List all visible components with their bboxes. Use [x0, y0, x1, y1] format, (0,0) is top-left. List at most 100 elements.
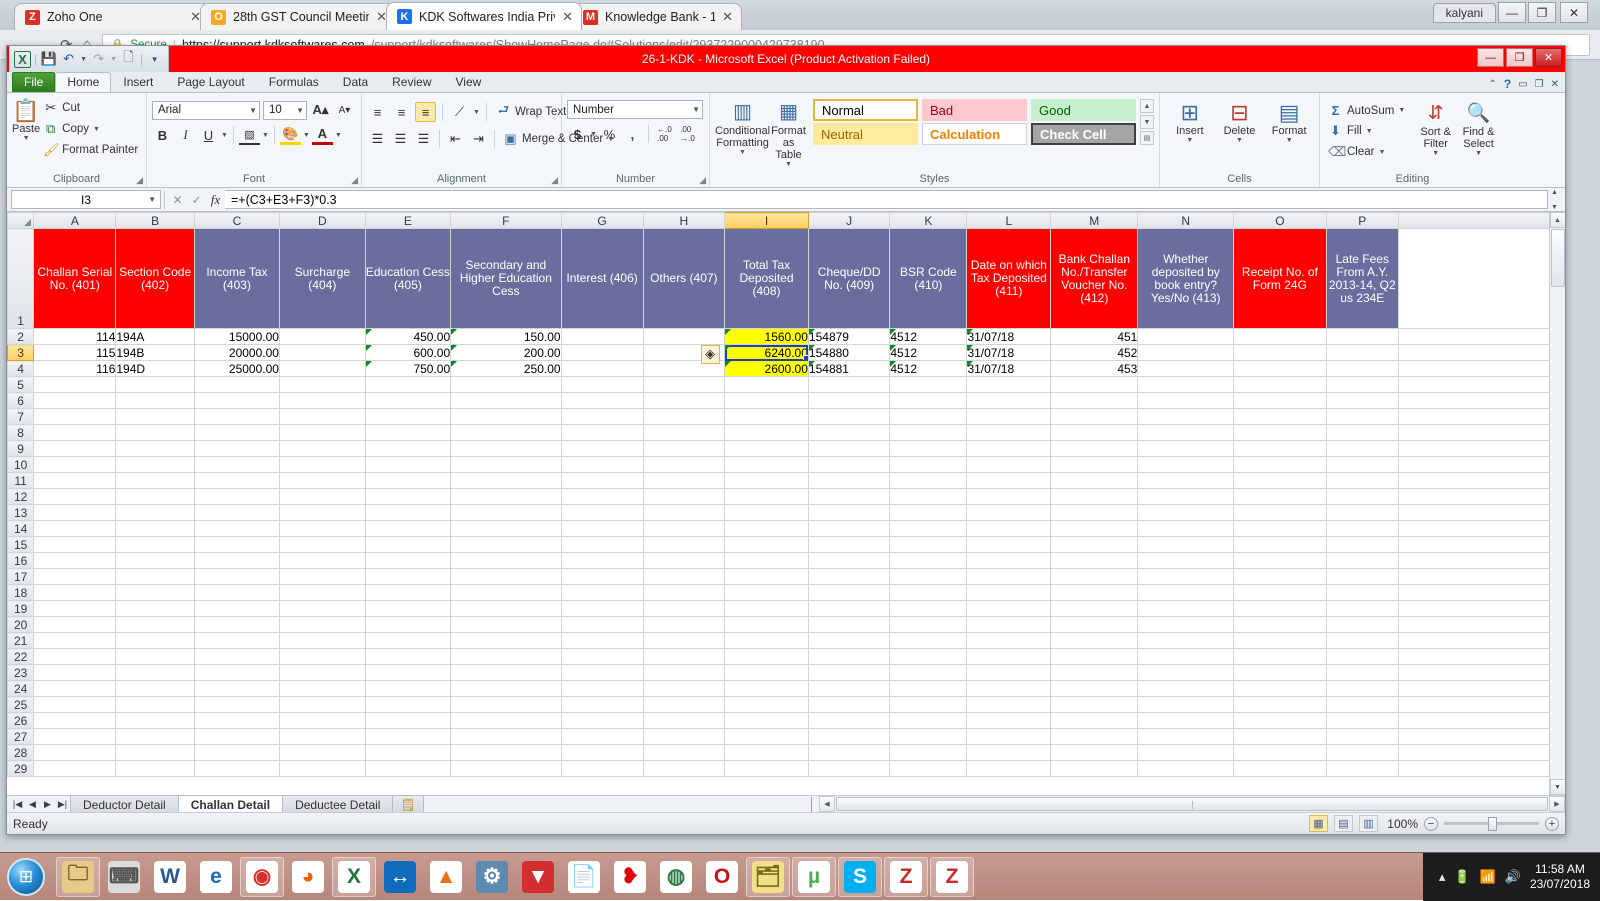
cell-L26[interactable]: [967, 713, 1051, 729]
cell-N21[interactable]: [1138, 633, 1234, 649]
cell-J20[interactable]: [808, 617, 889, 633]
cell-K28[interactable]: [890, 745, 967, 761]
save-icon[interactable]: 💾: [40, 51, 57, 68]
table-row-empty[interactable]: 23: [8, 665, 1565, 681]
last-sheet-icon[interactable]: ▶|: [55, 799, 70, 810]
cell-B15[interactable]: [116, 537, 195, 553]
cell-A29[interactable]: [34, 761, 116, 777]
cell-B29[interactable]: [116, 761, 195, 777]
cell-J10[interactable]: [808, 457, 889, 473]
cell-K2[interactable]: 4512: [890, 329, 967, 345]
row-header-2[interactable]: 2: [8, 329, 34, 345]
cell-N10[interactable]: [1138, 457, 1234, 473]
conditional-formatting-button[interactable]: ▥ Conditional Formatting ▼: [715, 98, 770, 156]
cell-L12[interactable]: [967, 489, 1051, 505]
column-header-D[interactable]: D: [279, 213, 365, 229]
format-cells-button[interactable]: ▤ Format ▼: [1264, 98, 1314, 144]
cell-K20[interactable]: [890, 617, 967, 633]
cell-I23[interactable]: [725, 665, 809, 681]
cell-L16[interactable]: [967, 553, 1051, 569]
cell-B6[interactable]: [116, 393, 195, 409]
cell-O7[interactable]: [1234, 409, 1327, 425]
cell-B8[interactable]: [116, 425, 195, 441]
cell-H6[interactable]: [643, 393, 725, 409]
excel-minimize-button[interactable]: —: [1477, 48, 1504, 67]
cell-D19[interactable]: [279, 601, 365, 617]
hscroll-right-icon[interactable]: ▶: [1549, 796, 1565, 812]
cell-L9[interactable]: [967, 441, 1051, 457]
taskbar-item-teamviewer-icon[interactable]: ↔: [378, 857, 422, 897]
cell-F12[interactable]: [451, 489, 561, 505]
align-right-icon[interactable]: ☰: [413, 129, 434, 149]
cell-D26[interactable]: [279, 713, 365, 729]
close-icon[interactable]: ✕: [722, 9, 733, 25]
cell-F25[interactable]: [451, 697, 561, 713]
cell-I28[interactable]: [725, 745, 809, 761]
cell-A10[interactable]: [34, 457, 116, 473]
cell-M24[interactable]: [1051, 681, 1138, 697]
page-break-view-icon[interactable]: ▥: [1359, 815, 1378, 832]
cell-style-good[interactable]: Good: [1031, 99, 1136, 121]
cell-E7[interactable]: [365, 409, 450, 425]
cell-C25[interactable]: [194, 697, 279, 713]
cell-C2[interactable]: 15000.00: [194, 329, 279, 345]
new-sheet-icon[interactable]: 🗒: [392, 795, 423, 813]
cell-B19[interactable]: [116, 601, 195, 617]
cell-L28[interactable]: [967, 745, 1051, 761]
row-header-18[interactable]: 18: [8, 585, 34, 601]
cell-A24[interactable]: [34, 681, 116, 697]
align-left-icon[interactable]: ☰: [367, 129, 388, 149]
cell-L13[interactable]: [967, 505, 1051, 521]
horizontal-scroll-thumb[interactable]: [836, 797, 1548, 811]
cell-H14[interactable]: [643, 521, 725, 537]
cell-N8[interactable]: [1138, 425, 1234, 441]
ribbon-tab-page-layout[interactable]: Page Layout: [165, 72, 256, 92]
row-header-14[interactable]: 14: [8, 521, 34, 537]
cell-I11[interactable]: [725, 473, 809, 489]
excel-restore-button[interactable]: ❐: [1506, 48, 1533, 67]
cell-A7[interactable]: [34, 409, 116, 425]
column-header-L[interactable]: L: [967, 213, 1051, 229]
cell-F18[interactable]: [451, 585, 561, 601]
table-row-empty[interactable]: 13: [8, 505, 1565, 521]
cell-C5[interactable]: [194, 377, 279, 393]
cell-F23[interactable]: [451, 665, 561, 681]
cell-I26[interactable]: [725, 713, 809, 729]
cell-B23[interactable]: [116, 665, 195, 681]
row-header-10[interactable]: 10: [8, 457, 34, 473]
cell-L7[interactable]: [967, 409, 1051, 425]
cell-M25[interactable]: [1051, 697, 1138, 713]
cell-P18[interactable]: [1326, 585, 1398, 601]
cell-P7[interactable]: [1326, 409, 1398, 425]
table-row-empty[interactable]: 16: [8, 553, 1565, 569]
cell-I16[interactable]: [725, 553, 809, 569]
cell-C26[interactable]: [194, 713, 279, 729]
cell-A12[interactable]: [34, 489, 116, 505]
cell-B18[interactable]: [116, 585, 195, 601]
font-name-combo[interactable]: Arial▼: [152, 101, 260, 120]
cell-J28[interactable]: [808, 745, 889, 761]
cell-A22[interactable]: [34, 649, 116, 665]
cell-C28[interactable]: [194, 745, 279, 761]
error-warning-icon[interactable]: ◈: [701, 345, 720, 364]
cell-G29[interactable]: [561, 761, 643, 777]
row-header-3[interactable]: 3: [8, 345, 34, 361]
cell-B10[interactable]: [116, 457, 195, 473]
excel-close-button[interactable]: ✕: [1535, 48, 1562, 67]
taskbar-item-opera-icon[interactable]: O: [700, 857, 744, 897]
cell-M10[interactable]: [1051, 457, 1138, 473]
cell-F26[interactable]: [451, 713, 561, 729]
cell-E5[interactable]: [365, 377, 450, 393]
cell-E4[interactable]: 750.00: [365, 361, 450, 377]
cell-I24[interactable]: [725, 681, 809, 697]
cell-G10[interactable]: [561, 457, 643, 473]
cell-B20[interactable]: [116, 617, 195, 633]
cell-O5[interactable]: [1234, 377, 1327, 393]
ribbon-tab-review[interactable]: Review: [380, 72, 443, 92]
table-row-empty[interactable]: 7: [8, 409, 1565, 425]
column-header-C[interactable]: C: [194, 213, 279, 229]
network-signal-icon[interactable]: 📶: [1480, 869, 1496, 885]
cell-K25[interactable]: [890, 697, 967, 713]
cell-J12[interactable]: [808, 489, 889, 505]
ribbon-tab-view[interactable]: View: [444, 72, 494, 92]
